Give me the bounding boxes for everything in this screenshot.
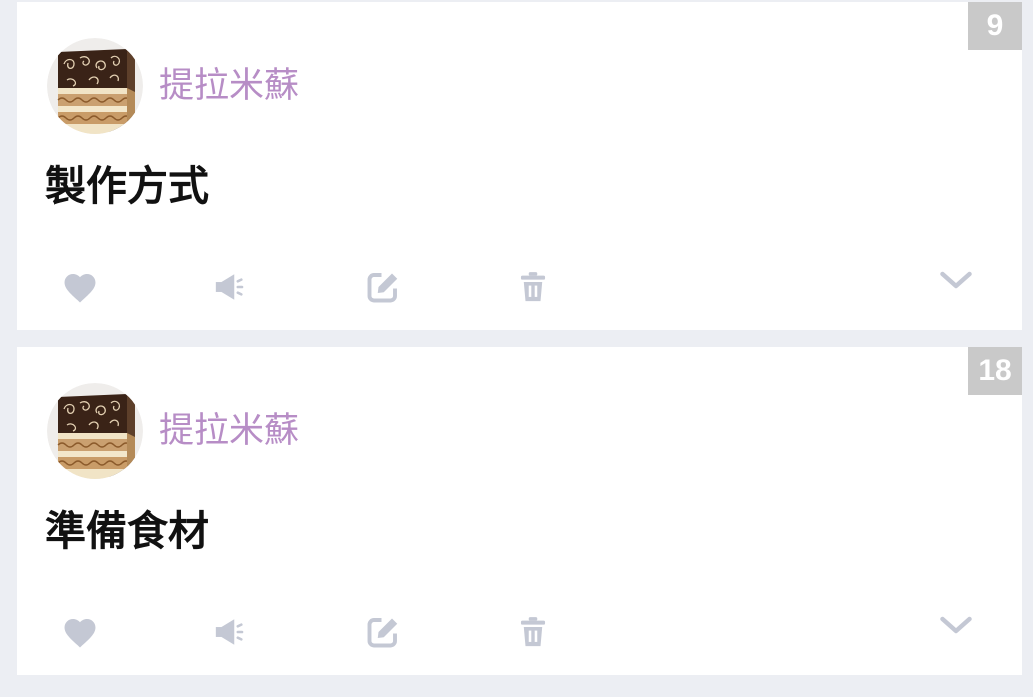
like-button[interactable] [60,267,100,307]
chevron-down-icon [938,613,974,637]
edit-icon [365,614,401,650]
megaphone-icon [213,270,247,304]
announce-button[interactable] [210,612,250,652]
avatar[interactable] [47,38,143,134]
trash-icon [516,269,550,305]
edit-icon [365,269,401,305]
post-title[interactable]: 準備食材 [45,506,209,556]
post-title[interactable]: 製作方式 [45,161,209,211]
expand-button[interactable] [936,260,976,300]
chevron-down-icon [938,268,974,292]
post-card: 18 提拉米蘇 準備食材 [17,347,1022,675]
author-name[interactable]: 提拉米蘇 [159,409,299,453]
edit-button[interactable] [363,267,403,307]
megaphone-icon [213,615,247,649]
edit-button[interactable] [363,612,403,652]
delete-button[interactable] [513,612,553,652]
post-number-badge: 9 [968,2,1022,50]
author-name[interactable]: 提拉米蘇 [159,64,299,108]
delete-button[interactable] [513,267,553,307]
like-button[interactable] [60,612,100,652]
announce-button[interactable] [210,267,250,307]
trash-icon [516,614,550,650]
expand-button[interactable] [936,605,976,645]
avatar[interactable] [47,383,143,479]
heart-icon [61,615,99,649]
post-number-badge: 18 [968,347,1022,395]
post-card: 9 提拉米蘇 製作方式 [17,2,1022,330]
heart-icon [61,270,99,304]
